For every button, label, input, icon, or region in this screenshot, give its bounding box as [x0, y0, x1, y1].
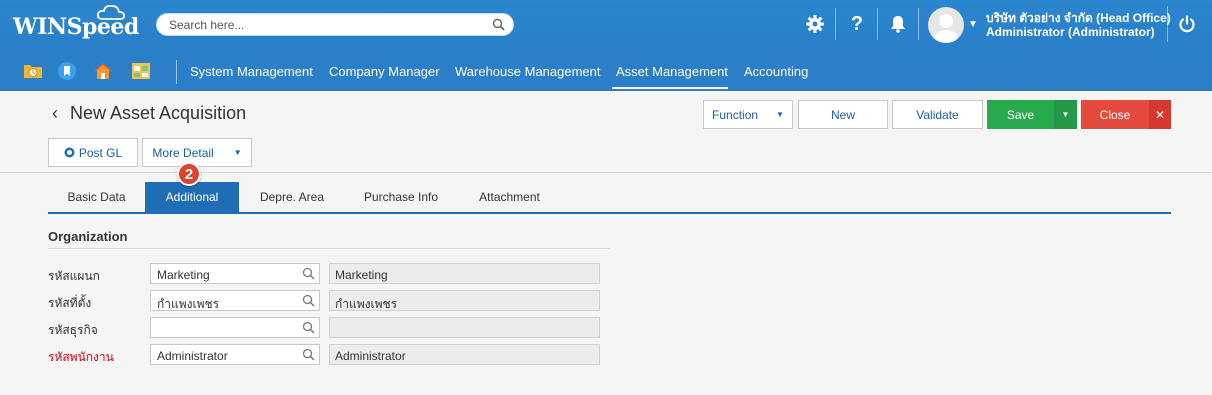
post-gl-icon: [64, 147, 75, 158]
location-name-value: กำแพงเพชร: [335, 297, 398, 311]
cloud-icon: [96, 4, 126, 20]
nav-asset-management[interactable]: Asset Management: [616, 64, 728, 79]
business-name-display: [329, 317, 600, 338]
field-label-employee: รหัสพนักงาน: [48, 350, 114, 364]
location-code-value: กำแพงเพชร: [157, 297, 220, 311]
user-avatar[interactable]: [928, 7, 964, 43]
location-name-display: กำแพงเพชร: [329, 290, 600, 311]
chevron-down-icon[interactable]: ▼: [968, 19, 978, 30]
power-logout-icon[interactable]: [1175, 12, 1199, 36]
tab-depre-area[interactable]: Depre. Area: [239, 182, 345, 212]
notification-bell-icon[interactable]: [886, 12, 910, 36]
tab-basic-data[interactable]: Basic Data: [48, 182, 145, 212]
lookup-search-icon[interactable]: [302, 321, 315, 334]
settings-gear-icon[interactable]: [803, 12, 827, 36]
nav-divider: [176, 60, 177, 84]
search-input[interactable]: [157, 14, 477, 35]
close-button[interactable]: Close: [1081, 100, 1149, 129]
lookup-search-icon[interactable]: [302, 348, 315, 361]
nav-company-manager[interactable]: Company Manager: [329, 64, 440, 79]
main-content: ‹ New Asset Acquisition Function ▼ New V…: [0, 91, 1212, 395]
tab-underline: [48, 212, 1171, 214]
field-label-business: รหัสธุรกิจ: [48, 323, 98, 337]
bookmark-icon[interactable]: [57, 61, 77, 81]
header-divider: [835, 8, 836, 40]
department-name-display: Marketing: [329, 263, 600, 284]
nav-active-indicator: [612, 87, 728, 89]
caret-down-icon: ▼: [776, 110, 784, 119]
dashboard-grid-icon[interactable]: [131, 61, 151, 81]
post-gl-button[interactable]: Post GL: [48, 138, 138, 167]
lookup-search-icon[interactable]: [302, 267, 315, 280]
main-nav: System Management Company Manager Wareho…: [0, 52, 1212, 91]
field-label-location: รหัสที่ตั้ง: [48, 296, 92, 310]
more-detail-dropdown-button[interactable]: More Detail ▼: [142, 138, 252, 167]
employee-name-display: Administrator: [329, 344, 600, 365]
help-icon[interactable]: ?: [845, 12, 869, 36]
section-title: Organization: [48, 229, 128, 244]
header-divider: [877, 8, 878, 40]
location-code-field[interactable]: กำแพงเพชร: [150, 290, 320, 311]
employee-code-field[interactable]: Administrator: [150, 344, 320, 365]
user-name: Administrator (Administrator): [986, 25, 1155, 39]
function-label: Function: [712, 107, 759, 122]
validate-button[interactable]: Validate: [892, 100, 983, 129]
tab-attachment[interactable]: Attachment: [457, 182, 562, 212]
header-divider: [918, 8, 919, 40]
nav-warehouse-management[interactable]: Warehouse Management: [455, 64, 601, 79]
save-button[interactable]: Save: [987, 100, 1054, 129]
more-detail-label: More Detail: [152, 145, 214, 160]
step-badge: 2: [177, 162, 201, 186]
employee-code-value: Administrator: [157, 349, 228, 363]
department-code-field[interactable]: Marketing: [150, 263, 320, 284]
department-code-value: Marketing: [157, 268, 210, 282]
save-dropdown-button[interactable]: ▼: [1054, 100, 1077, 129]
tab-additional[interactable]: Additional: [145, 182, 239, 212]
folder-clock-icon[interactable]: [23, 61, 43, 81]
nav-accounting[interactable]: Accounting: [744, 64, 808, 79]
business-code-field[interactable]: [150, 317, 320, 338]
top-header: WINSpeed ?: [0, 0, 1212, 52]
caret-down-icon: ▼: [1061, 110, 1070, 119]
employee-name-value: Administrator: [335, 349, 406, 363]
back-chevron-icon[interactable]: ‹: [52, 103, 58, 124]
home-icon[interactable]: [93, 61, 113, 81]
header-divider: [1167, 6, 1168, 42]
section-divider: [48, 248, 610, 249]
search-icon[interactable]: [492, 18, 505, 31]
new-button[interactable]: New: [798, 100, 888, 129]
post-gl-label: Post GL: [78, 145, 123, 160]
department-name-value: Marketing: [335, 268, 388, 282]
nav-system-management[interactable]: System Management: [190, 64, 313, 79]
close-x-icon[interactable]: ✕: [1149, 100, 1171, 129]
function-dropdown-button[interactable]: Function ▼: [703, 100, 793, 129]
search-box[interactable]: [156, 13, 514, 36]
field-label-department: รหัสแผนก: [48, 269, 100, 283]
page-title: New Asset Acquisition: [70, 103, 247, 123]
caret-down-icon: ▼: [233, 148, 242, 157]
tab-purchase-info[interactable]: Purchase Info: [345, 182, 457, 212]
lookup-search-icon[interactable]: [302, 294, 315, 307]
